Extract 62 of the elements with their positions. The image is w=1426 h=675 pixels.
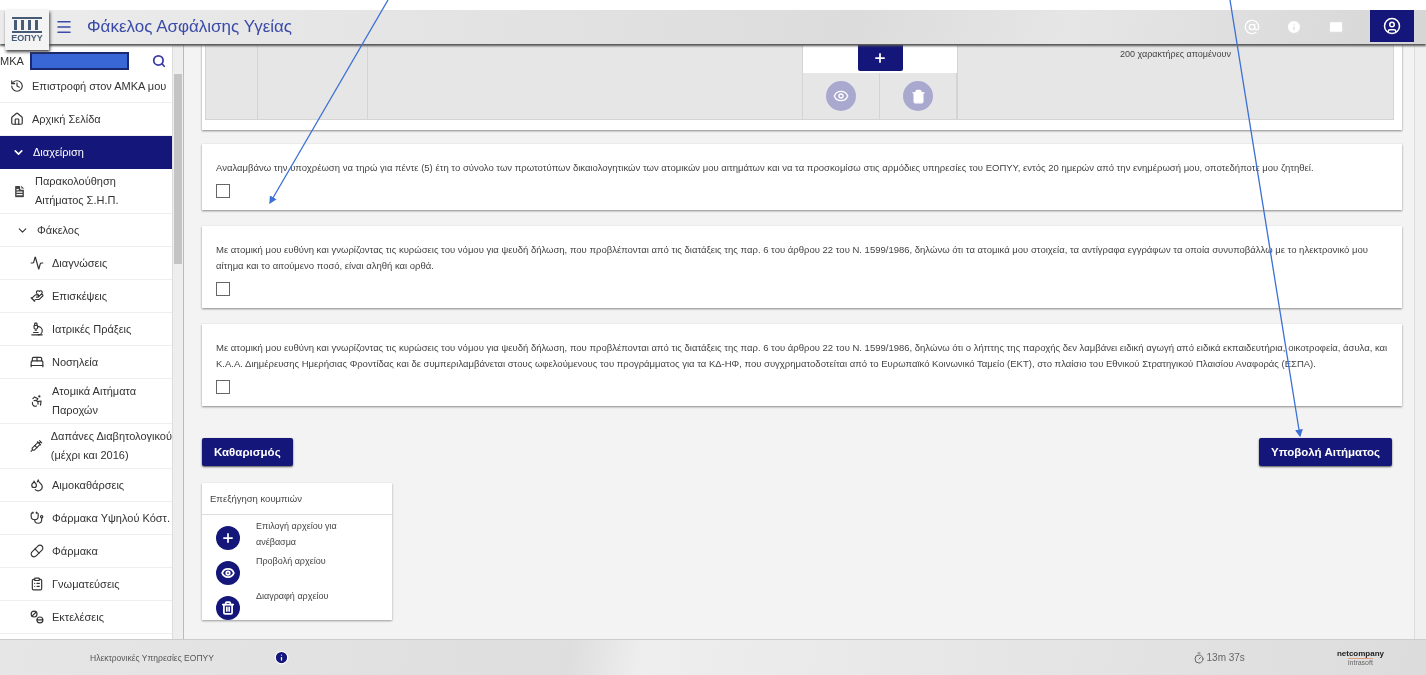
eye-icon bbox=[833, 88, 849, 104]
brand-name: netcompany bbox=[1336, 649, 1384, 658]
menu-item-label: Φάρμακα Υψηλού Κόστ. bbox=[52, 510, 170, 526]
stopwatch-icon bbox=[1192, 651, 1205, 664]
menu-item-label: Ιατρικές Πράξεις bbox=[52, 321, 132, 337]
menu-icon[interactable] bbox=[55, 18, 73, 36]
legend-label: Προβολή αρχείου bbox=[256, 555, 327, 568]
stethoscope-icon bbox=[30, 511, 44, 525]
tablets-icon bbox=[30, 610, 44, 624]
plus-icon bbox=[216, 526, 240, 550]
menu-item-label: Εκτελέσεις bbox=[52, 609, 104, 625]
footer-text: Ηλεκτρονικές Υπηρεσίες ΕΟΠΥΥ bbox=[90, 652, 215, 663]
search-label: ΜΚΑ bbox=[0, 55, 25, 67]
hand-icon bbox=[30, 289, 44, 303]
logo-text: ΕΟΠΥΥ bbox=[11, 33, 43, 43]
checkbox[interactable] bbox=[216, 380, 230, 394]
droplets-icon bbox=[30, 478, 44, 492]
menu-item-label: Δαπάνες Διαβητολογικού (μέχρι και 2016) bbox=[50, 429, 172, 463]
scrollbar[interactable] bbox=[172, 44, 184, 639]
legend-label: Διαγραφή αρχείου bbox=[256, 590, 330, 603]
scrollbar[interactable] bbox=[1414, 44, 1426, 639]
amka-field[interactable] bbox=[30, 52, 129, 70]
remaining-characters: 200 χαρακτήρες απομένουν bbox=[1120, 49, 1231, 59]
user-button[interactable] bbox=[1370, 10, 1414, 42]
bed-icon bbox=[30, 355, 44, 369]
trash-icon bbox=[910, 88, 926, 104]
sidebar-item[interactable]: Διαχείριση bbox=[0, 136, 172, 169]
search-icon[interactable] bbox=[152, 54, 166, 68]
plus-icon bbox=[873, 51, 887, 65]
document-icon bbox=[12, 183, 27, 199]
submit-button[interactable]: Υποβολή Αιτήματος bbox=[1259, 438, 1392, 466]
page-title: Φάκελος Ασφάλισης Υγείας bbox=[87, 17, 293, 37]
legend-title: Επεξήγηση κουμπιών bbox=[202, 483, 392, 515]
checkbox[interactable] bbox=[216, 184, 230, 198]
eye-icon bbox=[216, 561, 240, 585]
timer-text: 13m 37s bbox=[1206, 652, 1245, 663]
menu-item-label: Διαγνώσεις bbox=[52, 255, 108, 271]
menu-item-label: Αρχική Σελίδα bbox=[32, 111, 101, 127]
microscope-icon bbox=[30, 322, 44, 336]
menu-item-label: Γνωματεύσεις bbox=[52, 576, 120, 592]
menu-item-label: Φάρμακα bbox=[52, 543, 98, 559]
pulse-icon bbox=[30, 256, 44, 270]
syringe-icon bbox=[30, 439, 43, 453]
menu-item-label: Παρακολούθηση Αιτήματος Σ.Η.Π. bbox=[35, 174, 119, 208]
pill-icon bbox=[30, 544, 44, 558]
menu-item-label: Ατομικά Αιτήματα Παροχών bbox=[52, 384, 137, 418]
menu-item-label: Αιμοκαθάρσεις bbox=[52, 477, 125, 493]
home-icon bbox=[10, 112, 24, 126]
menu-item-label: Επισκέψεις bbox=[52, 288, 108, 304]
legend-label: Επιλογή αρχείου για ανέβασμα bbox=[256, 520, 338, 549]
checkbox[interactable] bbox=[216, 282, 230, 296]
history-icon bbox=[10, 79, 24, 93]
menu-item-label: Επιστροφή στον ΑΜΚΑ μου bbox=[32, 78, 167, 94]
menu-item-label: Διαχείριση bbox=[33, 144, 84, 160]
wheelchair-icon bbox=[30, 394, 44, 408]
clipboard-icon bbox=[30, 577, 44, 591]
menu-item-label: Νοσηλεία bbox=[52, 354, 99, 370]
menu-item-label: Φάκελος bbox=[37, 222, 80, 238]
columns-icon bbox=[12, 17, 42, 33]
clear-button[interactable]: Καθαρισμός bbox=[202, 438, 293, 466]
add-file-button[interactable] bbox=[857, 45, 903, 71]
user-icon bbox=[1383, 17, 1401, 35]
